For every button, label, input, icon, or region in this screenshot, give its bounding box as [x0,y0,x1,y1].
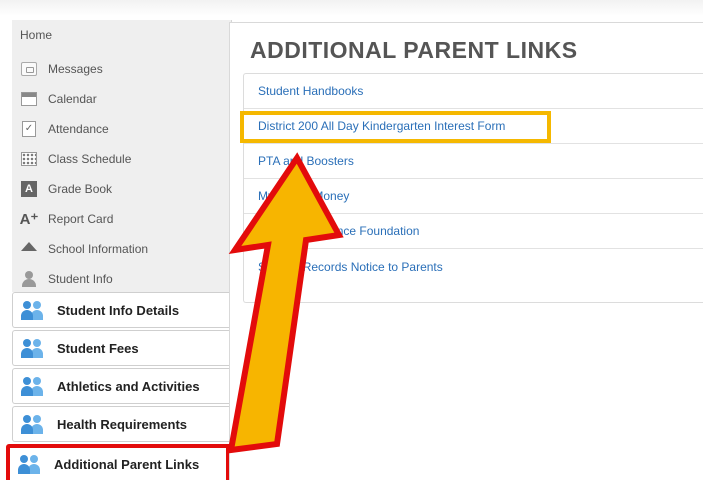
links-list: Student Handbooks District 200 All Day K… [243,73,703,303]
sidebar-item-student-info[interactable]: Student Info [12,264,232,294]
attendance-icon: ✓ [20,120,38,138]
person-icon [20,270,38,288]
home-link[interactable]: Home [20,28,52,42]
tab-label: Athletics and Activities [57,378,200,394]
people-icon [18,454,42,474]
report-card-icon: A⁺ [19,211,39,228]
people-icon [21,376,45,396]
tab-label: Student Info Details [57,302,180,318]
link-student-records-notice[interactable]: Student Records Notice to Parents [244,249,703,284]
link-student-handbooks[interactable]: Student Handbooks [244,74,703,109]
tab-label: Health Requirements [57,416,188,432]
tab-student-fees[interactable]: Student Fees [12,330,232,366]
tab-label: Student Fees [57,340,139,356]
link-kindergarten-interest-form[interactable]: District 200 All Day Kindergarten Intere… [244,109,703,144]
sidebar-item-class-schedule[interactable]: Class Schedule [12,144,232,174]
tab-label: Additional Parent Links [54,456,200,472]
school-icon [20,240,38,258]
sidebar-item-label: School Information [48,242,149,256]
page-title: ADDITIONAL PARENT LINKS [250,37,578,63]
tab-student-info-details[interactable]: Student Info Details [12,292,232,328]
link-school-excellence-foundation[interactable]: School Excellence Foundation [244,214,703,249]
sidebar-item-label: Student Info [48,272,113,286]
calendar-icon [20,90,38,108]
tab-athletics-and-activities[interactable]: Athletics and Activities [12,368,232,404]
link-pta-and-boosters[interactable]: PTA and Boosters [244,144,703,179]
tab-health-requirements[interactable]: Health Requirements [12,406,232,442]
sidebar-item-label: Messages [48,62,103,76]
schedule-icon [20,150,38,168]
sidebar-item-calendar[interactable]: Calendar [12,84,232,114]
sidebar-item-report-card[interactable]: A⁺ Report Card [12,204,232,234]
gradebook-icon: A [20,180,38,198]
sidebar-item-label: Grade Book [48,182,113,196]
sidebar-item-grade-book[interactable]: A Grade Book [12,174,232,204]
envelope-icon [20,60,38,78]
people-icon [21,338,45,358]
link-my-lunch-money[interactable]: My Lunch Money [244,179,703,214]
top-strip [0,0,703,16]
sidebar-item-label: Class Schedule [48,152,132,166]
tab-additional-parent-links[interactable]: Additional Parent Links [6,444,230,480]
sidebar: Home Messages Calendar ✓ Attendance Clas… [0,20,232,480]
sidebar-item-messages[interactable]: Messages [12,54,232,84]
sidebar-item-school-information[interactable]: School Information [12,234,232,264]
sidebar-item-label: Attendance [48,122,109,136]
people-icon [21,414,45,434]
sidebar-item-label: Calendar [48,92,97,106]
sidebar-item-label: Report Card [48,212,114,226]
sidebar-item-attendance[interactable]: ✓ Attendance [12,114,232,144]
main-panel: ADDITIONAL PARENT LINKS Student Handbook… [229,22,703,480]
people-icon [21,300,45,320]
